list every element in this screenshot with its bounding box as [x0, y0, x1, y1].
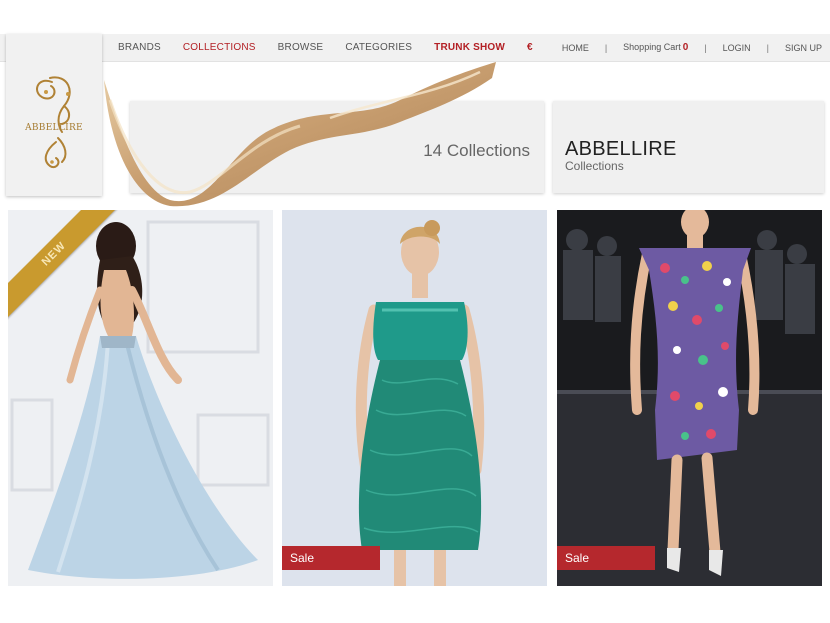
logo-wordmark: ABBELLIRE [25, 123, 83, 133]
nav-browse[interactable]: BROWSE [278, 42, 324, 53]
product-image-2 [282, 210, 547, 586]
shopping-cart-link[interactable]: Shopping Cart 0 [623, 42, 688, 53]
currency-selector[interactable]: € [527, 42, 533, 53]
sale-badge: Sale [557, 546, 655, 570]
nav-collections[interactable]: COLLECTIONS [183, 42, 256, 53]
nav-separator: | [766, 42, 769, 53]
top-nav-bar: BRANDS COLLECTIONS BROWSE CATEGORIES TRU… [0, 34, 830, 62]
nav-separator: | [604, 42, 608, 53]
product-card-3[interactable]: Sale [557, 210, 822, 586]
brand-title: ABBELLIRE [565, 138, 677, 160]
sale-badge: Sale [282, 546, 380, 570]
logo-swirl-icon [36, 76, 71, 168]
cart-count: 0 [682, 42, 689, 53]
nav-separator: | [704, 42, 707, 53]
nav-trunk-show[interactable]: TRUNK SHOW [434, 42, 505, 53]
nav-home[interactable]: HOME [562, 43, 589, 53]
new-badge: NEW [8, 210, 118, 320]
brand-subtitle: Collections [565, 159, 624, 173]
main-nav: BRANDS COLLECTIONS BROWSE CATEGORIES TRU… [118, 34, 555, 61]
account-nav: HOME | Shopping Cart 0 | LOGIN | SIGN UP [562, 34, 822, 61]
brand-logo[interactable]: ABBELLIRE [6, 34, 102, 196]
new-badge-label: NEW [8, 210, 118, 320]
brand-title-panel: ABBELLIRE Collections [553, 101, 824, 193]
login-link[interactable]: LOGIN [723, 43, 751, 53]
cart-label: Shopping Cart [623, 42, 681, 52]
nav-categories[interactable]: CATEGORIES [345, 42, 412, 53]
nav-brands[interactable]: BRANDS [118, 42, 161, 53]
product-card-2[interactable]: Sale [282, 210, 547, 586]
signup-link[interactable]: SIGN UP [785, 43, 822, 53]
silk-ribbon-decoration [104, 62, 496, 207]
product-image-3 [557, 210, 822, 586]
